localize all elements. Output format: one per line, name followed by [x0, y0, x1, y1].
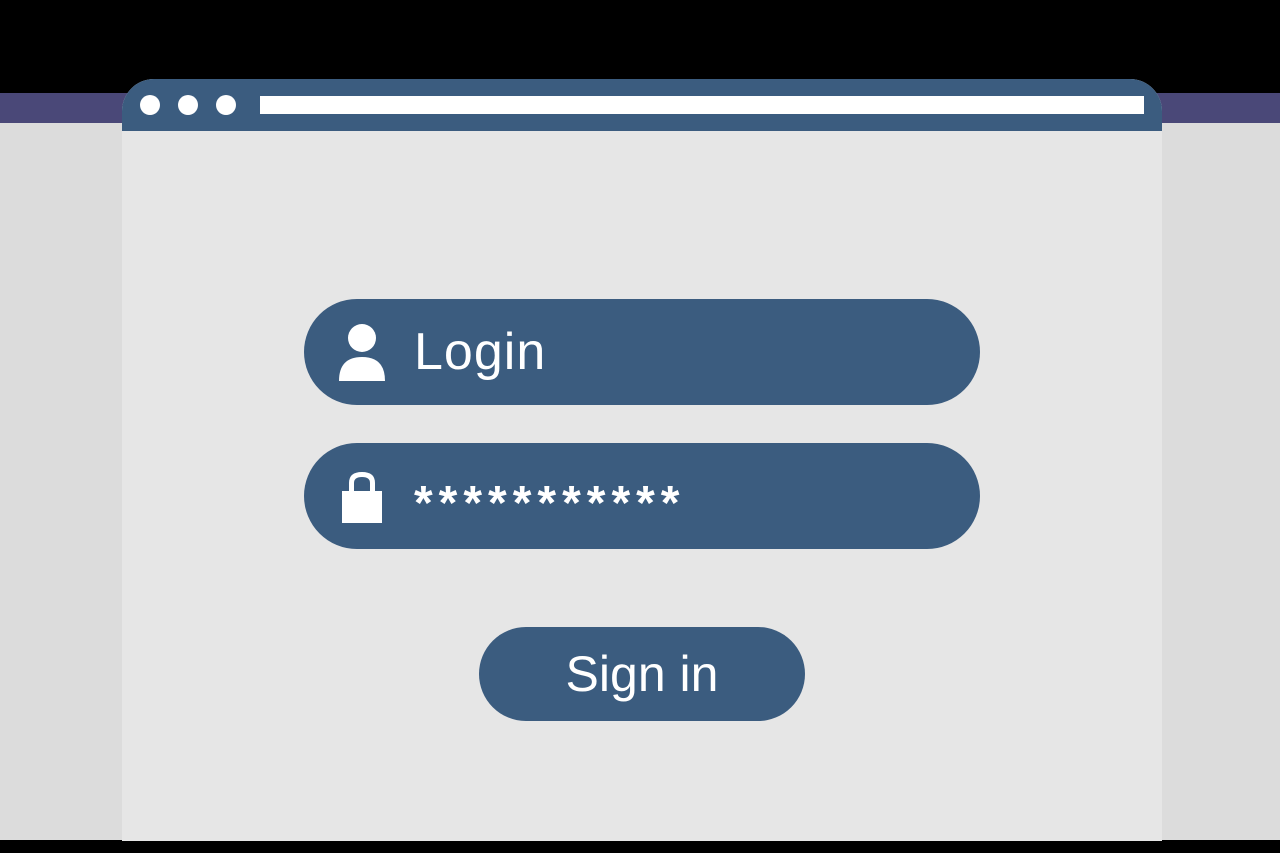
password-masked-value: *********** [414, 476, 685, 531]
window-maximize-button[interactable] [216, 95, 236, 115]
traffic-light-controls [140, 95, 236, 115]
lock-icon [334, 469, 390, 523]
username-placeholder: Login [414, 322, 546, 382]
signin-button[interactable]: Sign in [479, 627, 805, 721]
password-field[interactable]: *********** [304, 443, 980, 549]
window-close-button[interactable] [140, 95, 160, 115]
browser-window: Login *********** Sign in [122, 79, 1162, 841]
username-field[interactable]: Login [304, 299, 980, 405]
address-bar[interactable] [260, 96, 1144, 114]
login-form: Login *********** Sign in [122, 131, 1162, 721]
window-minimize-button[interactable] [178, 95, 198, 115]
browser-titlebar [122, 79, 1162, 131]
user-icon [334, 323, 390, 381]
